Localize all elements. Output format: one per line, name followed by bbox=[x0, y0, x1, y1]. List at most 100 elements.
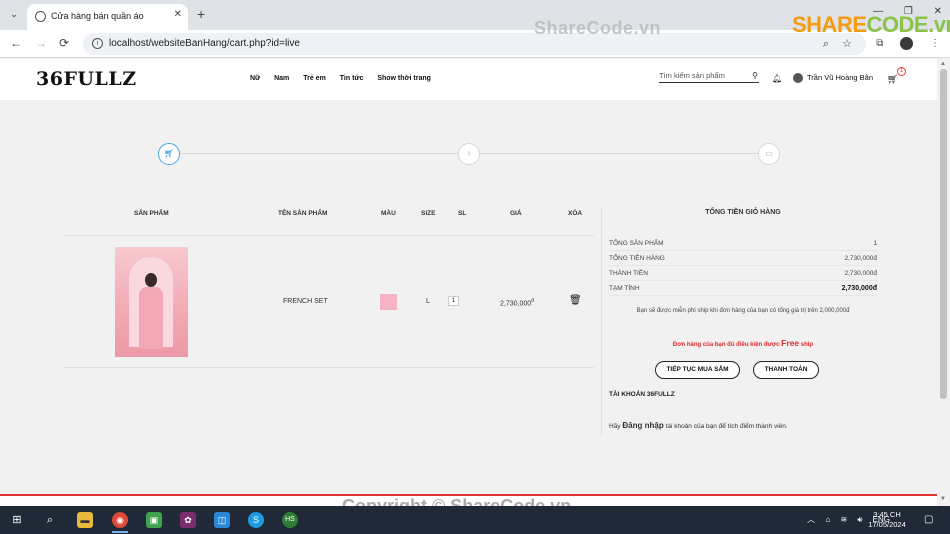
summary-label: TỔNG TIỀN HÀNG bbox=[609, 255, 665, 262]
browser-tab[interactable]: Cửa hàng bán quần áo ✕ bbox=[27, 4, 188, 30]
reload-button[interactable]: ⟳ bbox=[59, 36, 69, 50]
account-title: TÀI KHOẢN 36FULLZ bbox=[609, 391, 675, 398]
forward-button[interactable]: → bbox=[35, 36, 47, 50]
new-tab-button[interactable]: + bbox=[197, 6, 205, 22]
account-suffix: tài khoản của bạn để tích điểm thành viê… bbox=[665, 423, 788, 430]
free-ship-word: Free bbox=[781, 338, 800, 348]
wifi-icon[interactable]: ≋ bbox=[840, 515, 847, 524]
close-tab-icon[interactable]: ✕ bbox=[174, 9, 182, 20]
bookmark-star-icon[interactable]: ☆ bbox=[842, 38, 852, 50]
quantity-field[interactable]: 1 bbox=[448, 296, 459, 306]
clock-time: 3:45 CH bbox=[873, 510, 901, 519]
windows-start-icon[interactable]: ⊞ bbox=[9, 512, 25, 528]
url-text[interactable]: localhost/websiteBanHang/cart.php?id=liv… bbox=[109, 38, 300, 49]
active-app-indicator bbox=[112, 531, 128, 533]
nav-item-women[interactable]: Nữ bbox=[250, 75, 260, 82]
header-color: MÀU bbox=[381, 210, 396, 217]
table-row-divider bbox=[64, 367, 594, 368]
main-nav: Nữ Nam Trẻ em Tin tức Show thời trang bbox=[250, 75, 443, 82]
header-product: SẢN PHẨM bbox=[134, 210, 169, 217]
free-ship-prefix: Đơn hàng của bạn đủ điều kiện được bbox=[672, 342, 780, 348]
menu-kebab-icon[interactable]: ⋮ bbox=[930, 38, 940, 49]
watermark-text: ShareCode.vn bbox=[534, 18, 662, 38]
summary-title: TỔNG TIỀN GIỎ HÀNG bbox=[705, 209, 781, 216]
summary-value: 2,730,000đ bbox=[844, 270, 877, 277]
photos-icon[interactable]: ▣ bbox=[146, 512, 162, 528]
search-icon[interactable]: ⚲ bbox=[752, 71, 758, 80]
nav-item-fashion-show[interactable]: Show thời trang bbox=[377, 75, 431, 82]
extension-area: ⧉ ⋮ bbox=[862, 37, 940, 50]
tab-title: Cửa hàng bán quần áo bbox=[51, 11, 144, 21]
bell-icon[interactable]: 🔔︎ bbox=[772, 74, 782, 83]
sharecode-logo: SHARECODE.vn bbox=[792, 12, 950, 38]
user-name: Trần Vũ Hoàng Bân bbox=[807, 73, 874, 82]
price-amount: 2,730,000 bbox=[500, 300, 532, 308]
product-size: L bbox=[426, 298, 430, 305]
network-icon[interactable]: ⌂ bbox=[825, 515, 830, 524]
summary-row-total-items: TỔNG SẢN PHẨM 1 bbox=[609, 237, 877, 251]
summary-label: TẠM TÍNH bbox=[609, 285, 640, 292]
logo-code: CODE.vn bbox=[866, 12, 950, 37]
summary-row-subtotal: TẠM TÍNH 2,730,000đ bbox=[609, 282, 877, 296]
clock-date: 17/05/2024 bbox=[868, 520, 906, 529]
summary-value: 2,730,000đ bbox=[841, 285, 877, 292]
cart-count-badge: 1 bbox=[897, 67, 906, 76]
table-header-divider bbox=[64, 235, 594, 236]
image-figure-body bbox=[139, 287, 163, 349]
scrollbar-thumb[interactable] bbox=[940, 69, 947, 399]
site-header: 36FULLZ Nữ Nam Trẻ em Tin tức Show thời … bbox=[0, 59, 937, 100]
chevron-up-icon[interactable]: ︿ bbox=[807, 515, 815, 524]
hs-app-icon[interactable]: HS bbox=[282, 512, 298, 528]
summary-row-amount: THÀNH TIỀN 2,730,000đ bbox=[609, 267, 877, 281]
nav-item-men[interactable]: Nam bbox=[274, 75, 289, 82]
system-clock[interactable]: 3:45 CH 17/05/2024 bbox=[866, 510, 908, 530]
search-taskbar-icon[interactable]: ⌕ bbox=[42, 512, 58, 528]
chrome-icon[interactable]: ◉ bbox=[112, 512, 128, 528]
logo-share: SHARE bbox=[792, 12, 867, 37]
back-button[interactable]: ← bbox=[10, 36, 22, 50]
cart-icon[interactable]: 🛒︎ bbox=[887, 74, 898, 85]
site-logo[interactable]: 36FULLZ bbox=[36, 68, 137, 90]
user-menu[interactable]: Trần Vũ Hoàng Bân bbox=[793, 73, 874, 84]
notification-icon[interactable]: ▢ bbox=[924, 514, 933, 525]
account-note: Hãy Đăng nhập tài khoản của bạn để tích … bbox=[609, 421, 788, 430]
product-name[interactable]: FRENCH SET bbox=[283, 298, 328, 305]
summary-label: TỔNG SẢN PHẨM bbox=[609, 240, 664, 247]
web-page: 36FULLZ Nữ Nam Trẻ em Tin tức Show thời … bbox=[0, 59, 937, 506]
step-shipping-icon: ♀ bbox=[458, 143, 480, 165]
volume-icon[interactable]: 🔊︎ bbox=[857, 515, 862, 524]
nav-item-news[interactable]: Tin tức bbox=[340, 75, 364, 82]
zoom-icon[interactable]: ⌕ bbox=[823, 38, 829, 50]
file-explorer-icon[interactable]: ▬ bbox=[77, 512, 93, 528]
summary-label: THÀNH TIỀN bbox=[609, 270, 648, 277]
scroll-up-icon[interactable]: ▲ bbox=[940, 61, 946, 67]
header-name: TÊN SẢN PHẨM bbox=[278, 210, 328, 217]
skype-icon[interactable]: S bbox=[248, 512, 264, 528]
summary-row-goods-total: TỔNG TIỀN HÀNG 2,730,000đ bbox=[609, 252, 877, 266]
globe-icon bbox=[35, 11, 46, 22]
store-icon[interactable]: ◫ bbox=[214, 512, 230, 528]
checkout-button[interactable]: THANH TOÁN bbox=[753, 361, 819, 379]
step-payment-icon: ▭ bbox=[758, 143, 780, 165]
profile-avatar[interactable] bbox=[900, 37, 914, 50]
login-link[interactable]: Đăng nhập bbox=[622, 421, 663, 430]
scroll-down-icon[interactable]: ▼ bbox=[940, 496, 946, 502]
free-ship-eligible: Đơn hàng của bạn đủ điều kiện được Free … bbox=[609, 338, 877, 348]
summary-value: 2,730,000đ bbox=[844, 255, 877, 262]
search-box: ⚲ bbox=[659, 71, 759, 83]
summary-value: 1 bbox=[873, 240, 877, 247]
product-image[interactable] bbox=[115, 247, 188, 357]
header-qty: SL bbox=[458, 210, 467, 217]
trash-icon[interactable]: 🗑︎ bbox=[569, 295, 582, 306]
site-info-icon[interactable]: i bbox=[92, 38, 103, 49]
taskbar: ⊞ ⌕ ▬ ◉ ▣ ✿ ◫ S HS ︿ ⌂ ≋ 🔊︎ ENG 3:45 CH … bbox=[0, 506, 950, 534]
app-icon[interactable]: ✿ bbox=[180, 512, 196, 528]
column-divider bbox=[601, 209, 602, 437]
tab-search-icon[interactable]: ⌄ bbox=[6, 6, 22, 22]
page-scrollbar[interactable]: ▲ ▼ bbox=[937, 59, 950, 506]
nav-item-kids[interactable]: Trẻ em bbox=[303, 75, 326, 82]
extensions-icon[interactable]: ⧉ bbox=[876, 38, 883, 49]
continue-shopping-button[interactable]: TIẾP TỤC MUA SẮM bbox=[655, 361, 740, 379]
search-input[interactable] bbox=[659, 71, 747, 80]
address-bar[interactable]: i localhost/websiteBanHang/cart.php?id=l… bbox=[83, 33, 866, 55]
